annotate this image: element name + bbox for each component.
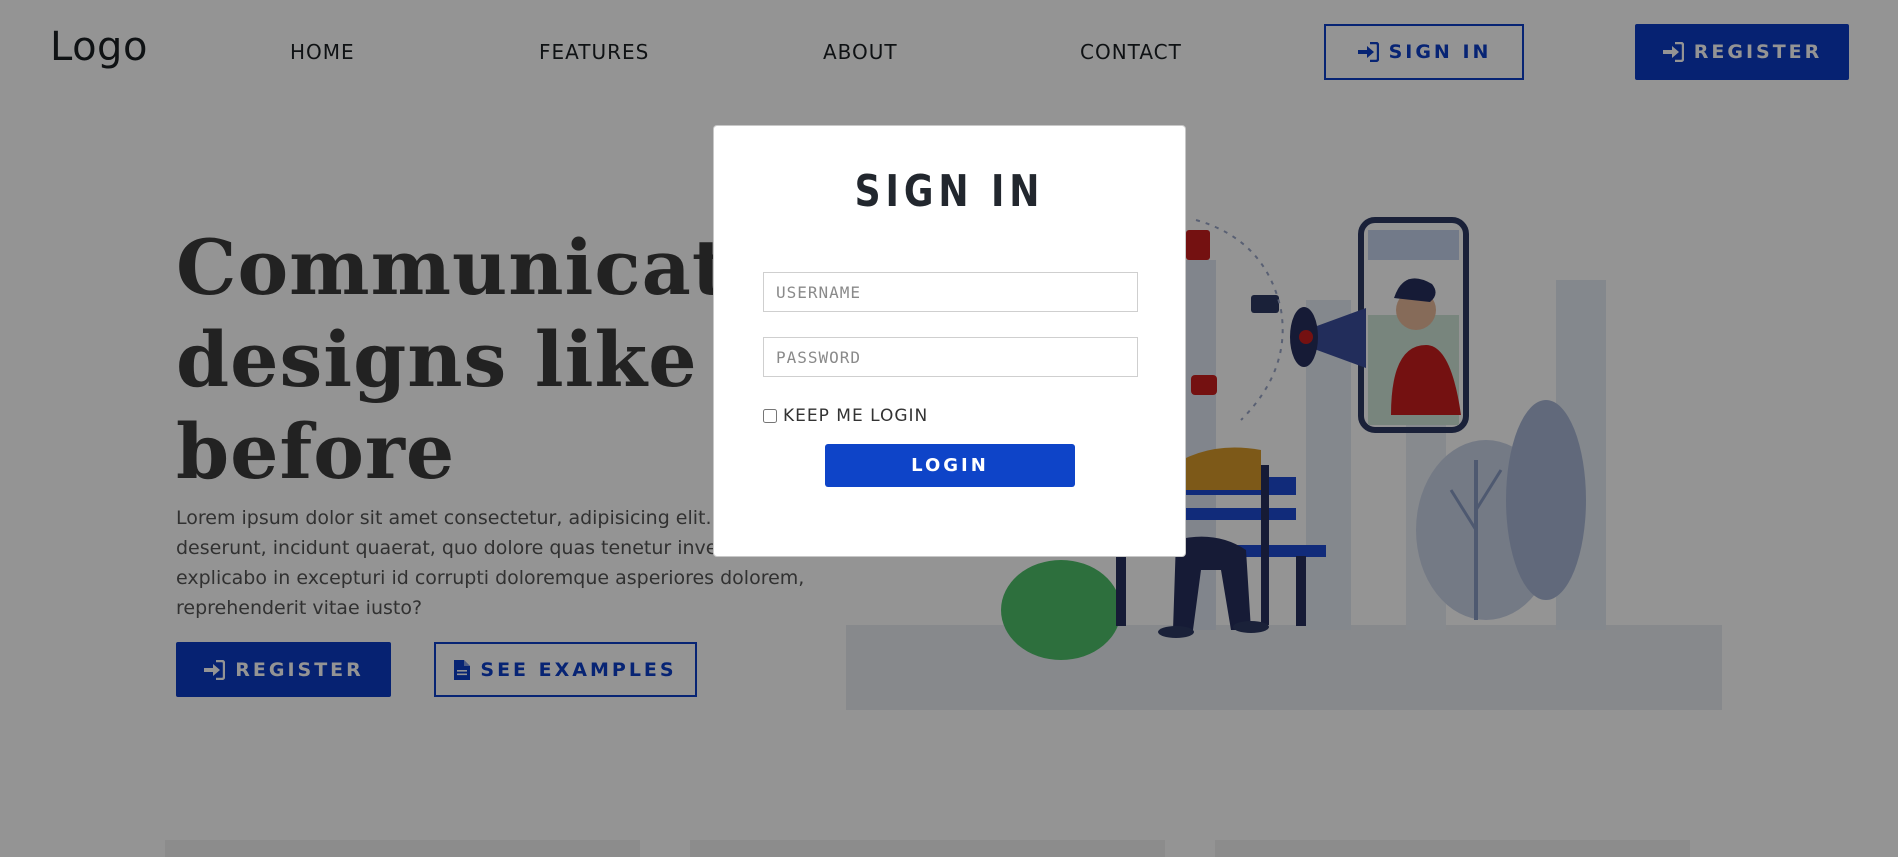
modal-title: SIGN IN <box>854 166 1045 217</box>
keep-login-option[interactable]: KEEP ME LOGIN <box>763 406 928 426</box>
login-button[interactable]: LOGIN <box>825 444 1075 487</box>
page: Logo HOME FEATURES ABOUT CONTACT SIGN IN… <box>0 0 1898 857</box>
signin-modal: SIGN IN KEEP ME LOGIN LOGIN <box>713 125 1186 557</box>
keep-login-checkbox[interactable] <box>763 409 777 423</box>
username-input[interactable] <box>763 272 1138 312</box>
keep-login-label: KEEP ME LOGIN <box>783 406 929 426</box>
password-input[interactable] <box>763 337 1138 377</box>
